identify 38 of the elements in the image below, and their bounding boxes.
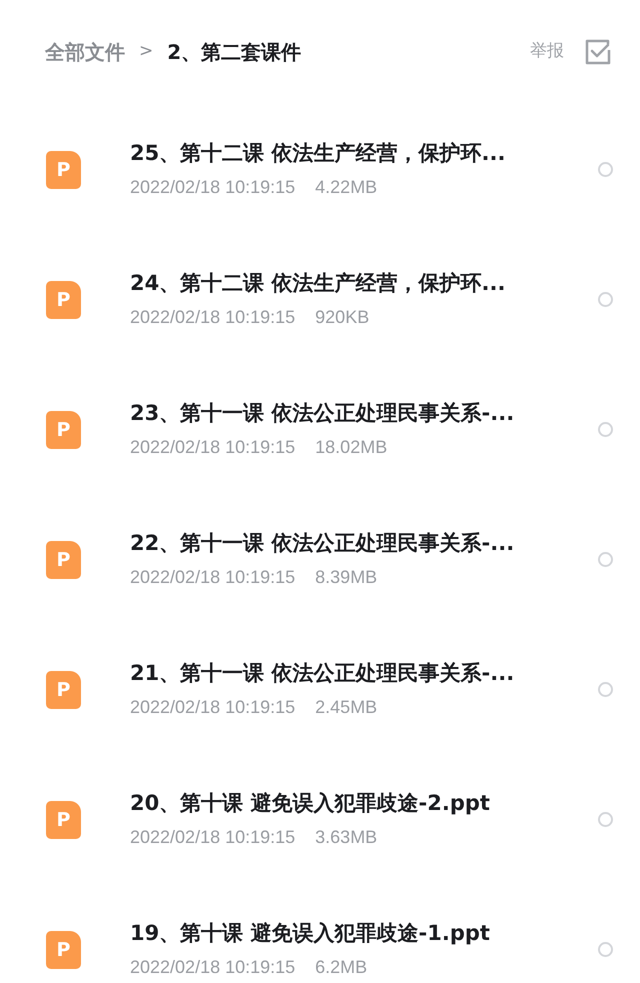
file-name[interactable]: 19、第十课 避免误入犯罪歧途-1.ppt: [130, 919, 598, 947]
breadcrumb-separator: >: [139, 40, 154, 64]
select-radio[interactable]: [598, 162, 613, 176]
file-size: 3.63MB: [315, 826, 378, 849]
file-name[interactable]: 23、第十一课 依法公正处理民事关系-...: [130, 399, 598, 427]
file-name[interactable]: 25、第十二课 依法生产经营，保护环...: [130, 139, 598, 167]
select-radio[interactable]: [598, 552, 613, 566]
multi-select-icon[interactable]: [584, 38, 612, 66]
file-name[interactable]: 24、第十二课 依法生产经营，保护环...: [130, 269, 598, 297]
select-radio[interactable]: [598, 422, 613, 436]
ppt-file-icon: P: [46, 801, 81, 839]
ppt-file-icon: P: [46, 411, 81, 449]
ppt-file-icon: P: [46, 541, 81, 579]
select-radio[interactable]: [598, 812, 613, 826]
ppt-file-icon: P: [46, 671, 81, 709]
select-radio[interactable]: [598, 682, 613, 696]
file-name[interactable]: 22、第十一课 依法公正处理民事关系-...: [130, 529, 598, 557]
file-date: 2022/02/18 10:19:15: [130, 826, 296, 849]
breadcrumb-item[interactable]: 2、第二套课件: [167, 37, 302, 67]
file-name[interactable]: 20、第十课 避免误入犯罪歧途-2.ppt: [130, 789, 598, 817]
file-date: 2022/02/18 10:19:15: [130, 566, 296, 589]
file-size: 18.02MB: [315, 436, 388, 459]
file-name[interactable]: 21、第十一课 依法公正处理民事关系-...: [130, 659, 598, 687]
file-size: 8.39MB: [315, 566, 378, 589]
file-size: 920KB: [315, 306, 370, 329]
file-size: 4.22MB: [315, 176, 378, 199]
file-date: 2022/02/18 10:19:15: [130, 696, 296, 719]
ppt-file-icon: P: [46, 931, 81, 969]
file-size: 2.45MB: [315, 696, 378, 719]
file-date: 2022/02/18 10:19:15: [130, 956, 296, 979]
file-date: 2022/02/18 10:19:15: [130, 176, 296, 199]
ppt-file-icon: P: [46, 151, 81, 189]
select-radio[interactable]: [598, 292, 613, 306]
select-radio[interactable]: [598, 942, 613, 956]
file-size: 6.2MB: [315, 956, 368, 979]
file-date: 2022/02/18 10:19:15: [130, 306, 296, 329]
ppt-file-icon: P: [46, 281, 81, 319]
file-date: 2022/02/18 10:19:15: [130, 436, 296, 459]
